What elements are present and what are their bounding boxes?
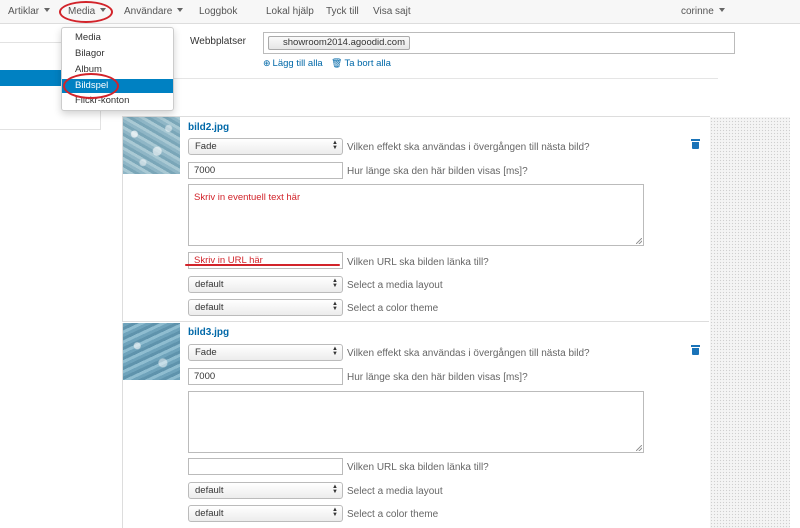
nav-artiklar-label: Artiklar bbox=[8, 6, 40, 17]
annotation-circle-bildspel bbox=[63, 73, 119, 99]
nav-loggbok[interactable]: Loggbok bbox=[199, 6, 237, 17]
plus-circle-icon: ⊕ bbox=[263, 58, 271, 68]
menu-item-media[interactable]: Media bbox=[62, 31, 173, 45]
effect-select[interactable]: Fade ▲ ▼ bbox=[188, 138, 343, 155]
nav-anvandare-label: Användare bbox=[124, 6, 173, 17]
trash-icon bbox=[691, 139, 700, 141]
theme-question: Select a color theme bbox=[347, 303, 439, 314]
slide-card: bild2.jpg Fade ▲ ▼ Vilken effekt ska använ… bbox=[122, 117, 709, 322]
select-arrows-icon: ▲ ▼ bbox=[332, 278, 338, 289]
caret-down-icon bbox=[44, 8, 51, 12]
select-arrows-icon: ▲ ▼ bbox=[332, 507, 338, 518]
annotation-underline-url bbox=[185, 264, 340, 266]
theme-question: Select a color theme bbox=[347, 509, 439, 520]
duration-question: Hur länge ska den här bilden visas [ms]? bbox=[347, 166, 528, 177]
slide-filename[interactable]: bild2.jpg bbox=[188, 122, 229, 133]
menu-item-bilagor[interactable]: Bilagor bbox=[62, 47, 173, 61]
caret-down-icon bbox=[177, 8, 184, 12]
site-tag[interactable]: showroom2014.agoodid.com bbox=[268, 36, 410, 50]
resize-grip-icon[interactable] bbox=[636, 445, 642, 451]
effect-question: Vilken effekt ska användas i övergången … bbox=[347, 348, 590, 359]
nav-artiklar[interactable]: Artiklar bbox=[8, 6, 51, 17]
layout-select[interactable]: default ▲ ▼ bbox=[188, 276, 343, 293]
slide-text-area[interactable] bbox=[188, 391, 644, 453]
layout-question: Select a media layout bbox=[347, 280, 443, 291]
caret-down-icon bbox=[718, 8, 725, 12]
drop-zone[interactable] bbox=[710, 117, 790, 528]
remove-all-label: Ta bort alla bbox=[344, 58, 391, 69]
slide-text-value: Skriv in eventuell text här bbox=[194, 192, 301, 203]
theme-value: default bbox=[195, 508, 224, 519]
layout-value: default bbox=[195, 279, 224, 290]
slide-thumbnail bbox=[123, 323, 180, 380]
url-input[interactable] bbox=[188, 458, 343, 475]
nav-user-menu[interactable]: corinne bbox=[681, 6, 725, 17]
slide-thumbnail bbox=[123, 117, 180, 174]
url-input[interactable]: Skriv in URL här bbox=[188, 252, 343, 269]
trash-can-shape bbox=[692, 348, 699, 355]
top-navbar: Artiklar Media Användare Loggbok Lokal h… bbox=[0, 0, 800, 24]
delete-slide-button[interactable] bbox=[691, 345, 700, 355]
select-arrows-icon: ▲ ▼ bbox=[332, 346, 338, 357]
media-dropdown-menu: Media Bilagor Album Bildspel Flickr-kont… bbox=[61, 27, 174, 111]
slide-card: bild3.jpg Fade ▲ ▼ Vilken effekt ska använ… bbox=[122, 323, 709, 528]
annotation-circle-media bbox=[59, 1, 113, 23]
nav-anvandare[interactable]: Användare bbox=[124, 6, 184, 17]
sites-selector[interactable]: showroom2014.agoodid.com bbox=[263, 32, 735, 54]
effect-value: Fade bbox=[195, 347, 217, 358]
duration-input[interactable]: 7000 bbox=[188, 368, 343, 385]
user-name: corinne bbox=[681, 6, 714, 17]
site-tag-label: showroom2014.agoodid.com bbox=[283, 37, 405, 48]
section-divider bbox=[110, 78, 718, 79]
theme-select[interactable]: default ▲ ▼ bbox=[188, 505, 343, 522]
select-arrows-icon: ▲ ▼ bbox=[332, 484, 338, 495]
nav-tyck-till[interactable]: Tyck till bbox=[326, 6, 359, 17]
layout-question: Select a media layout bbox=[347, 486, 443, 497]
delete-slide-button[interactable] bbox=[691, 139, 700, 149]
sites-label: Webbplatser bbox=[190, 36, 246, 47]
add-all-label: Lägg till alla bbox=[272, 58, 323, 69]
remove-all-link[interactable]: 🗑 Ta bort alla bbox=[331, 58, 391, 69]
trash-can-shape bbox=[692, 142, 699, 149]
trash-icon: 🗑 bbox=[331, 58, 343, 68]
select-arrows-icon: ▲ ▼ bbox=[332, 140, 338, 151]
trash-icon bbox=[691, 345, 700, 347]
effect-select[interactable]: Fade ▲ ▼ bbox=[188, 344, 343, 361]
slide-text-area[interactable]: Skriv in eventuell text här bbox=[188, 184, 644, 246]
effect-question: Vilken effekt ska användas i övergången … bbox=[347, 142, 590, 153]
nav-visa-sajt[interactable]: Visa sajt bbox=[373, 6, 411, 17]
resize-grip-icon[interactable] bbox=[636, 238, 642, 244]
theme-select[interactable]: default ▲ ▼ bbox=[188, 299, 343, 316]
theme-value: default bbox=[195, 302, 224, 313]
layout-select[interactable]: default ▲ ▼ bbox=[188, 482, 343, 499]
effect-value: Fade bbox=[195, 141, 217, 152]
slide-filename[interactable]: bild3.jpg bbox=[188, 327, 229, 338]
layout-value: default bbox=[195, 485, 224, 496]
duration-question: Hur länge ska den här bilden visas [ms]? bbox=[347, 372, 528, 383]
nav-lokal-hjalp[interactable]: Lokal hjälp bbox=[266, 6, 314, 17]
select-arrows-icon: ▲ ▼ bbox=[332, 301, 338, 312]
url-question: Vilken URL ska bilden länka till? bbox=[347, 257, 489, 268]
duration-input[interactable]: 7000 bbox=[188, 162, 343, 179]
add-all-link[interactable]: ⊕ Lägg till alla bbox=[263, 58, 323, 69]
url-question: Vilken URL ska bilden länka till? bbox=[347, 462, 489, 473]
